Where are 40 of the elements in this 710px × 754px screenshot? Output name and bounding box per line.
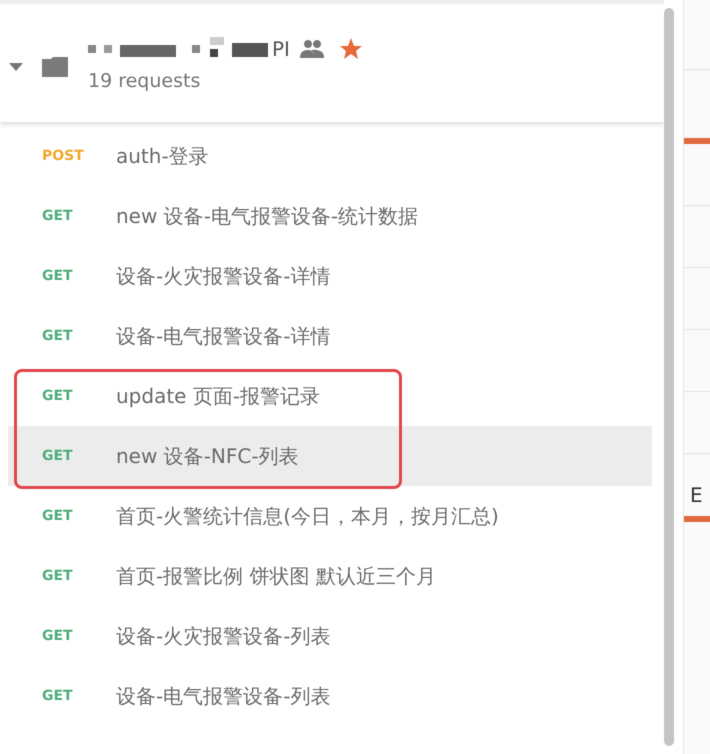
- request-name: 首页-火警统计信息(今日，本月，按月汇总): [116, 503, 499, 530]
- request-item[interactable]: GET new 设备-电气报警设备-统计数据: [8, 186, 652, 246]
- request-item[interactable]: GET 首页-报警比例 饼状图 默认近三个月: [8, 546, 652, 606]
- method-label: GET: [42, 626, 74, 646]
- method-label: GET: [42, 506, 74, 526]
- request-count: 19 requests: [88, 68, 202, 94]
- folder-icon: [42, 57, 68, 77]
- request-item[interactable]: GET update 页面-报警记录: [8, 366, 652, 426]
- request-item[interactable]: GET 设备-火灾报警设备-详情: [8, 246, 652, 306]
- active-tab-underline: [684, 516, 710, 522]
- caret-icon[interactable]: [8, 62, 24, 72]
- panel-tab-label[interactable]: E: [690, 480, 703, 510]
- method-label: GET: [42, 206, 74, 226]
- request-item[interactable]: GET 设备-火灾报警设备-列表: [8, 606, 652, 666]
- star-icon[interactable]: [338, 36, 364, 61]
- scrollbar[interactable]: [664, 8, 674, 746]
- request-name: auth-登录: [116, 143, 209, 170]
- request-name: 设备-火灾报警设备-列表: [116, 623, 330, 650]
- active-tab-underline: [684, 138, 710, 144]
- request-name: 设备-火灾报警设备-详情: [116, 263, 330, 290]
- request-item[interactable]: GET 设备-电气报警设备-详情: [8, 306, 652, 366]
- request-name: 设备-电气报警设备-列表: [116, 683, 330, 710]
- request-name: new 设备-NFC-列表: [116, 443, 299, 470]
- method-label: GET: [42, 326, 74, 346]
- method-label: GET: [42, 266, 74, 286]
- method-label: POST: [42, 146, 85, 166]
- method-label: GET: [42, 386, 74, 406]
- method-label: GET: [42, 686, 74, 706]
- request-name: 首页-报警比例 饼状图 默认近三个月: [116, 563, 436, 590]
- request-name: update 页面-报警记录: [116, 383, 320, 410]
- people-icon: [300, 40, 324, 58]
- method-label: GET: [42, 566, 74, 586]
- request-item[interactable]: GET 首页-火警统计信息(今日，本月，按月汇总): [8, 486, 652, 546]
- method-label: GET: [42, 446, 74, 466]
- request-item[interactable]: GET 设备-电气报警设备-列表: [8, 666, 652, 726]
- request-name: 设备-电气报警设备-详情: [116, 323, 330, 350]
- request-item[interactable]: POST auth-登录: [8, 126, 652, 186]
- collection-title: PI: [272, 36, 290, 63]
- request-name: new 设备-电气报警设备-统计数据: [116, 203, 418, 230]
- request-item[interactable]: GET new 设备-NFC-列表: [8, 426, 652, 486]
